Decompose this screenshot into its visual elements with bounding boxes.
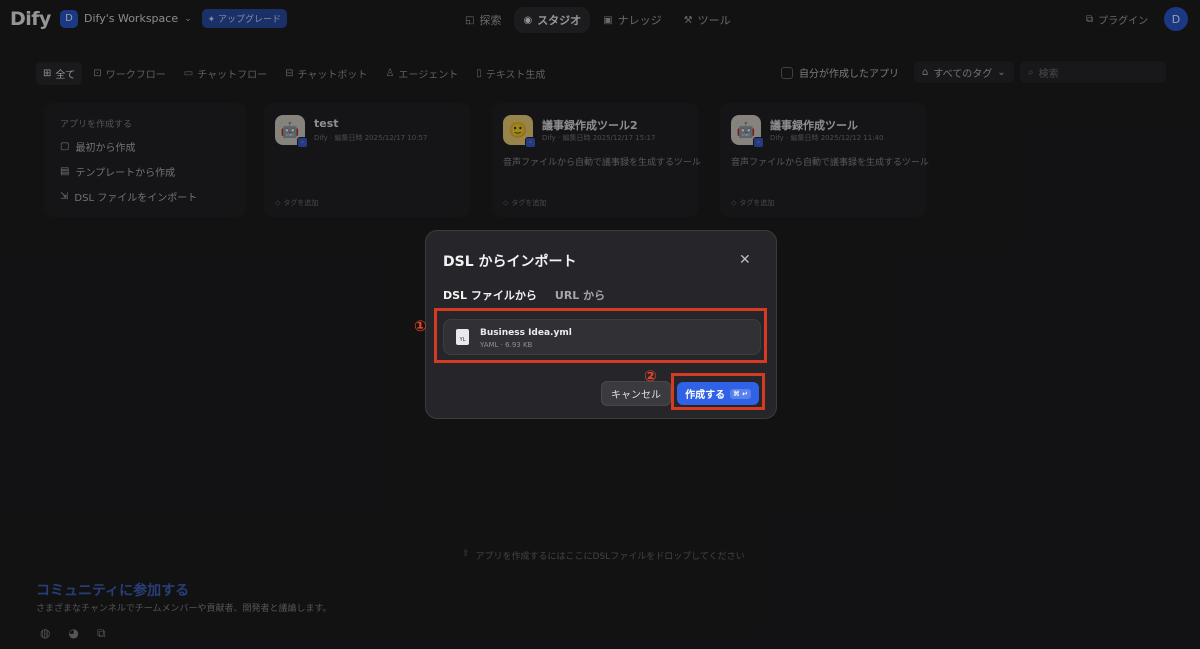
close-icon[interactable]: ✕ xyxy=(739,252,751,268)
dialog-title: DSL からインポート xyxy=(443,254,577,270)
annotation-number-1: ① xyxy=(414,317,427,335)
annotation-number-2: ② xyxy=(644,367,657,385)
dify-studio-page: Dify D Dify's Workspace ⌄ ✦ アップグレード ◱ 探索 … xyxy=(0,0,1200,649)
annotation-box-create xyxy=(671,373,765,410)
annotation-box-file xyxy=(434,308,767,363)
cancel-button[interactable]: キャンセル xyxy=(601,381,671,406)
